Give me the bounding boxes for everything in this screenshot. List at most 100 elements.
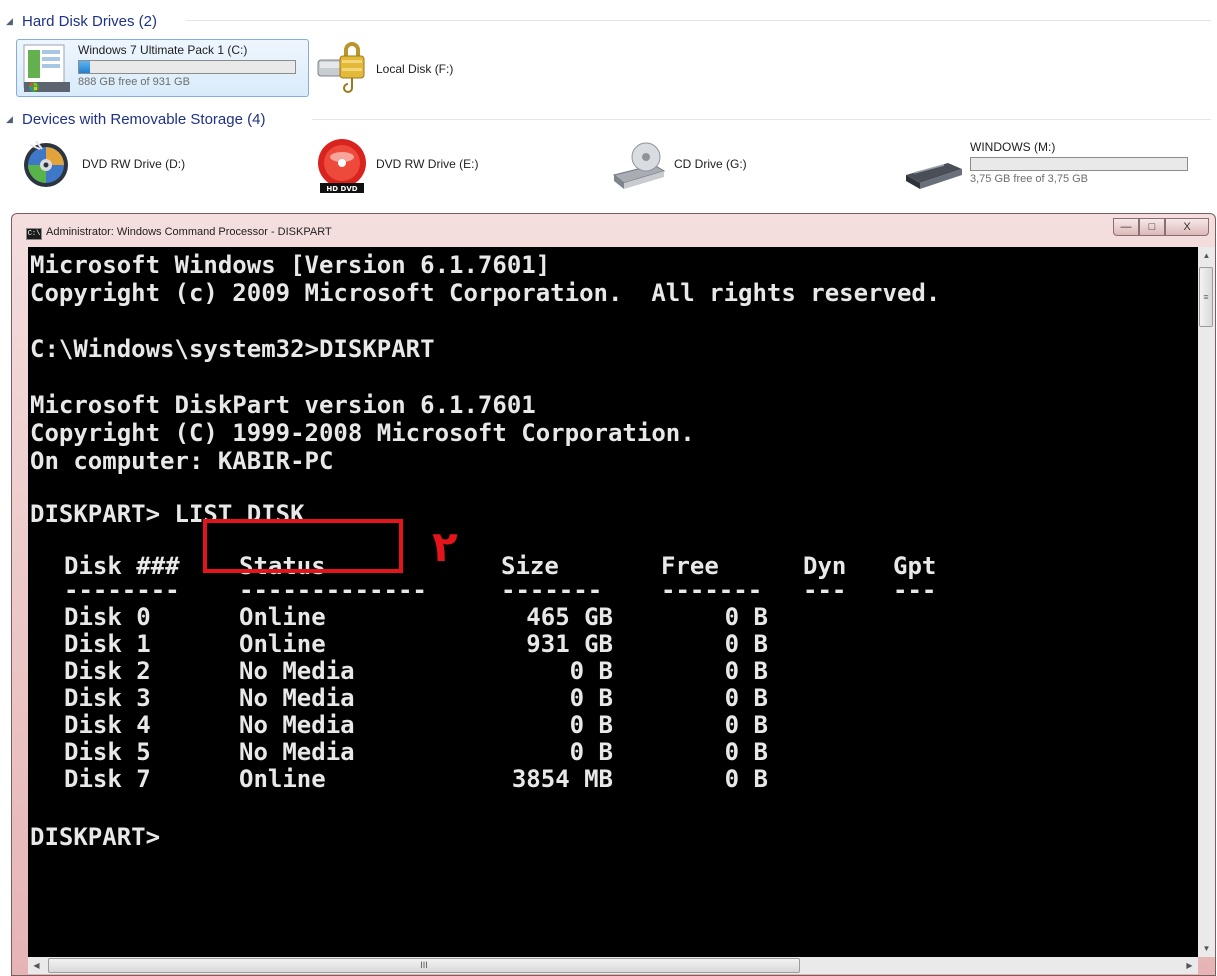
drive-name: DVD RW Drive (E:) <box>376 157 479 171</box>
disk-table-row: Disk 1 Online 931 GB 0 B <box>30 631 953 658</box>
cmd-app-icon[interactable]: C:\ <box>26 228 42 240</box>
console-command-line: DISKPART> LIST DISK <box>30 500 305 528</box>
console-line: Microsoft DiskPart version 6.1.7601 <box>30 391 536 419</box>
drive-name: WINDOWS (M:) <box>970 140 1056 154</box>
disk-table-row: Disk 3 No Media 0 B 0 B <box>30 685 953 712</box>
group-header-hard-disk-drives[interactable]: ◢ Hard Disk Drives (2) <box>6 10 157 32</box>
size-cell: 465 GB <box>526 603 613 631</box>
disk-cell: Disk 5 <box>64 738 151 766</box>
disk-table-row: Disk 4 No Media 0 B 0 B <box>30 712 953 739</box>
locked-drive-icon <box>317 42 365 93</box>
disk-table-row: Disk 2 No Media 0 B 0 B <box>30 658 953 685</box>
maximize-button[interactable]: □ <box>1139 218 1165 236</box>
drive-name: DVD RW Drive (D:) <box>82 157 186 171</box>
drive-free-text: 888 GB free of 931 GB <box>78 76 190 88</box>
scroll-right-arrow-icon[interactable]: ▶ <box>1181 957 1198 974</box>
drive-item-f[interactable]: Local Disk (F:) <box>314 40 514 96</box>
drive-name: CD Drive (G:) <box>674 157 747 171</box>
collapse-triangle-icon[interactable]: ◢ <box>6 114 20 125</box>
disk-cell: Disk 4 <box>64 711 151 739</box>
group-divider <box>186 20 1211 21</box>
free-cell: 0 B <box>724 657 768 685</box>
console-output[interactable]: Microsoft Windows [Version 6.1.7601] Cop… <box>28 247 1198 957</box>
console-text: Microsoft Windows [Version 6.1.7601] Cop… <box>30 251 953 851</box>
usb-drive-icon <box>906 163 962 189</box>
separator: ------- <box>661 576 763 604</box>
drive-item-m[interactable]: WINDOWS (M:) 3,75 GB free of 3,75 GB <box>904 139 1204 199</box>
minimize-button[interactable]: — <box>1113 218 1139 236</box>
status-cell: No Media <box>239 711 355 739</box>
scroll-up-arrow-icon[interactable]: ▲ <box>1198 247 1215 264</box>
disk-table-row: Disk 7 Online 3854 MB 0 B <box>30 766 953 793</box>
disk-table-row: Disk 5 No Media 0 B 0 B <box>30 739 953 766</box>
disk-table-row: Disk 0 Online 465 GB 0 B <box>30 604 953 631</box>
console-line: Copyright (c) 2009 Microsoft Corporation… <box>30 279 941 307</box>
status-cell: Online <box>239 603 326 631</box>
disk-cell: Disk 1 <box>64 630 151 658</box>
close-button[interactable]: X <box>1165 218 1209 236</box>
disk-cell: Disk 7 <box>64 765 151 793</box>
command-prompt-window[interactable]: C:\ Administrator: Windows Command Proce… <box>11 213 1216 976</box>
highlight-box <box>203 519 403 573</box>
free-cell: 0 B <box>724 684 768 712</box>
size-cell: 931 GB <box>526 630 613 658</box>
drive-free-text: 3,75 GB free of 3,75 GB <box>970 173 1089 185</box>
window-titlebar[interactable]: C:\ Administrator: Windows Command Proce… <box>12 214 1215 244</box>
size-cell: 0 B <box>569 657 613 685</box>
drive-capacity-fill <box>79 61 90 73</box>
status-cell: No Media <box>239 684 355 712</box>
separator: ------------- <box>239 576 427 604</box>
step-number-marker: ٢ <box>432 522 458 571</box>
drive-item-c[interactable]: Windows 7 Ultimate Pack 1 (C:) 888 GB fr… <box>16 39 309 97</box>
status-cell: No Media <box>239 738 355 766</box>
free-cell: 0 B <box>724 765 768 793</box>
size-cell: 0 B <box>569 711 613 739</box>
disk-table-separator: -------- ------------- ------- ------- -… <box>30 576 953 604</box>
console-line: C:\Windows\system32>DISKPART <box>30 335 435 363</box>
disk-cell: Disk 0 <box>64 603 151 631</box>
caption-buttons: — □ X <box>1113 218 1209 236</box>
status-cell: No Media <box>239 657 355 685</box>
console-line: On computer: KABIR-PC <box>30 447 334 475</box>
free-cell: 0 B <box>724 738 768 766</box>
scroll-down-arrow-icon[interactable]: ▼ <box>1198 940 1215 957</box>
drive-capacity-bar <box>970 157 1188 171</box>
drive-item-g[interactable]: CD Drive (G:) <box>610 137 860 197</box>
group-divider <box>312 119 1211 120</box>
drive-name: Local Disk (F:) <box>376 62 454 76</box>
drive-capacity-bar <box>78 60 296 74</box>
scroll-left-arrow-icon[interactable]: ◀ <box>28 957 45 974</box>
size-cell: 0 B <box>569 738 613 766</box>
free-cell: 0 B <box>724 630 768 658</box>
free-cell: 0 B <box>724 603 768 631</box>
horizontal-scrollbar[interactable]: ◀ III ▶ <box>28 957 1198 974</box>
status-cell: Online <box>239 630 326 658</box>
separator: ------- <box>501 576 603 604</box>
group-header-removable-storage[interactable]: ◢ Devices with Removable Storage (4) <box>6 108 265 130</box>
vertical-scroll-thumb[interactable]: ≡ <box>1199 267 1213 327</box>
free-cell: 0 B <box>724 711 768 739</box>
windows-drive-icon <box>23 44 70 92</box>
hd-dvd-drive-icon: HD DVD <box>318 139 366 193</box>
drive-item-e[interactable]: HD DVD DVD RW Drive (E:) <box>314 137 564 197</box>
disk-cell: Disk 3 <box>64 684 151 712</box>
drive-name: Windows 7 Ultimate Pack 1 (C:) <box>78 43 248 57</box>
hd-dvd-badge: HD DVD <box>326 185 357 193</box>
vertical-scrollbar[interactable]: ▲ ≡ ▼ <box>1198 247 1215 957</box>
size-cell: 0 B <box>569 684 613 712</box>
collapse-triangle-icon[interactable]: ◢ <box>6 16 20 27</box>
console-line: Microsoft Windows [Version 6.1.7601] <box>30 251 551 279</box>
console-line: Copyright (C) 1999-2008 Microsoft Corpor… <box>30 419 695 447</box>
drive-item-d[interactable]: DVD RW Drive (D:) <box>20 137 270 197</box>
separator: --- <box>893 576 937 604</box>
group-title: Hard Disk Drives (2) <box>22 12 158 30</box>
console-prompt[interactable]: DISKPART> <box>30 823 953 851</box>
dvd-rw-drive-icon <box>24 140 68 187</box>
horizontal-scroll-thumb[interactable]: III <box>48 958 800 973</box>
size-cell: 3854 MB <box>511 765 613 793</box>
group-title: Devices with Removable Storage (4) <box>22 110 266 128</box>
cd-drive-icon <box>612 142 666 189</box>
status-cell: Online <box>239 765 326 793</box>
separator: --- <box>803 576 847 604</box>
disk-cell: Disk 2 <box>64 657 151 685</box>
